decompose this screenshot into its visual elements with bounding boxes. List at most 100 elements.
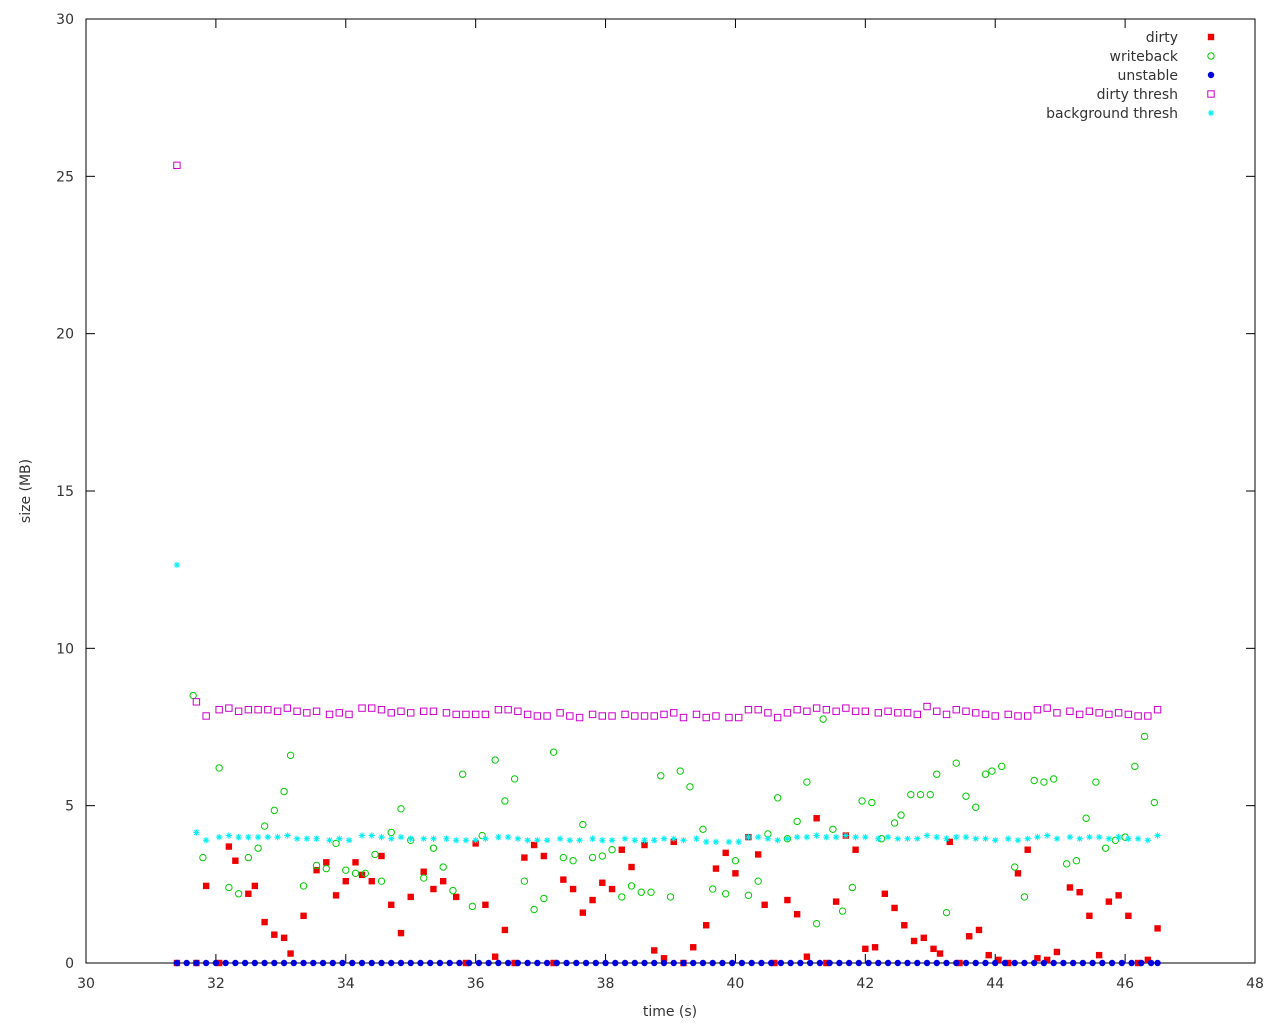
dirty-point [1125,912,1132,919]
writeback-point [351,869,360,878]
background-thresh-point [482,835,489,842]
dirty-point [901,922,908,929]
dirty-thresh-point [640,712,649,720]
dirty-thresh-point [884,707,892,715]
background-thresh-point [1053,835,1061,842]
dirty-point [628,863,635,871]
background-thresh-point [670,835,677,842]
writeback-point [510,775,519,783]
background-thresh-point [173,561,181,569]
legend-marker-dirty [1207,33,1215,41]
background-thresh-point [358,832,366,839]
unstable-point [875,959,882,967]
dirty-thresh-point [1023,712,1032,720]
dirty-thresh-point [764,709,772,717]
background-thresh-point [621,835,629,842]
unstable-point [446,959,453,967]
dirty-thresh-point [442,709,451,717]
dirty-thresh-point [244,705,253,714]
unstable-point [884,959,892,967]
writeback-point [907,790,915,799]
unstable-point [202,959,210,967]
background-thresh-point [407,835,414,842]
dirty-thresh-point [514,707,522,715]
legend: dirty writeback unstable dirty thresh backgr… [1046,30,1215,122]
unstable-point [738,959,746,967]
unstable-point [953,959,960,967]
background-thresh-point [345,837,353,844]
background-thresh-point [641,837,648,844]
dirty-point [871,944,879,951]
unstable-point [1079,959,1087,967]
writeback-point [793,817,801,826]
unstable-point [241,959,249,967]
x-tick-label: 32 [207,976,225,992]
writeback-point [1101,844,1110,852]
background-thresh-point [754,833,762,841]
dirty-thresh-point [1105,710,1113,719]
dirty-thresh-point [202,712,210,720]
dirty-point [651,947,658,954]
dirty-point [1076,889,1083,896]
unstable-point [1089,959,1096,967]
unstable-point [358,959,366,967]
background-thresh-point [832,833,840,841]
legend-label-writeback: writeback [1110,49,1179,65]
writeback-point [637,888,645,896]
y-tick-label: 10 [56,641,74,657]
unstable-point [992,959,999,967]
dirty-thresh-point [793,705,801,714]
unstable-point [670,959,677,967]
background-thresh-point [1125,835,1132,842]
unstable-point [972,959,979,967]
unstable-point [1154,959,1161,967]
unstable-point [836,959,843,967]
dirty-thresh-point [1053,709,1061,717]
dirty-point [1154,925,1161,932]
background-thresh-point [943,835,950,842]
writeback-point [1131,762,1139,771]
dirty-point [232,857,239,864]
unstable-point [748,959,755,967]
unstable-point [1147,959,1155,967]
dirty-point [930,945,937,953]
writeback-point [1082,814,1090,822]
dirty-thresh-point [273,707,282,715]
dirty-thresh-point [812,704,821,712]
dirty-point [803,953,811,960]
unstable-point [368,959,375,967]
scatter-chart: 30 32 34 36 38 40 42 44 46 48 0 5 10 15 20 25 30 dirty wr… [18,12,1264,1020]
dirty-point [1066,884,1074,891]
dirty-point [862,945,869,953]
writeback-point [731,857,740,865]
writeback-point [501,797,509,805]
dirty-point [251,882,259,890]
background-thresh-point [566,837,574,844]
unstable-point [680,959,687,967]
writeback-point [254,844,262,852]
writeback-point [588,853,597,862]
background-thresh-point [264,833,272,841]
dirty-thresh-point [303,709,311,717]
dirty-thresh-point [744,705,753,714]
unstable-point [816,959,824,967]
background-thresh-point [443,835,450,842]
y-tick-label: 30 [56,12,74,28]
unstable-point [300,959,307,967]
writeback-point [332,839,340,848]
background-thresh-point [1144,837,1152,844]
writeback-point [429,844,438,852]
unstable-point [388,959,395,967]
writeback-point [1049,775,1058,783]
dirty-point [732,870,739,877]
background-thresh-point [524,837,531,844]
legend-marker-background-thresh [1207,109,1215,117]
series-writeback [189,691,1159,928]
dirty-point [703,922,710,929]
dirty-thresh-point [575,713,584,722]
unstable-point [1050,959,1057,967]
dirty-point [852,846,859,853]
writeback-point [981,770,990,778]
background-thresh-point [725,838,733,846]
writeback-point [234,890,243,898]
